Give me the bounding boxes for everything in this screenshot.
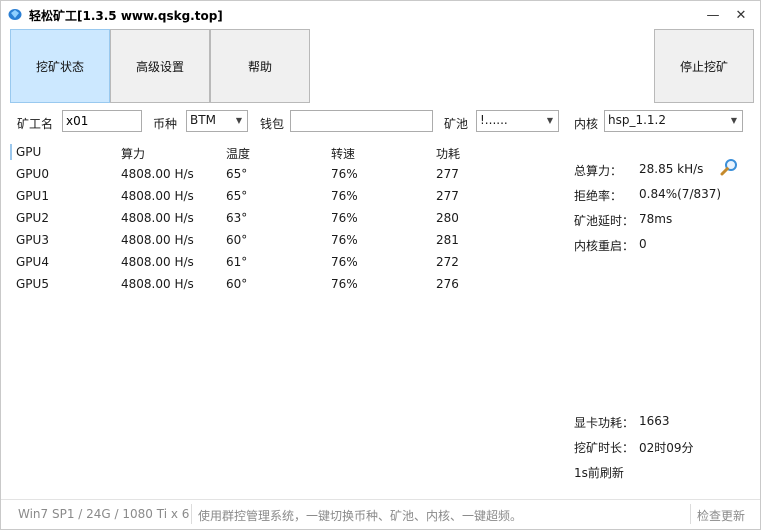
table-header-row: GPU 算力 温度 转速 功耗: [10, 141, 470, 163]
close-button[interactable]: ✕: [726, 1, 756, 29]
table-row[interactable]: GPU3 4808.00 H/s 60° 76% 281: [10, 229, 470, 251]
pool-label: 矿池: [444, 117, 469, 131]
gpu-fan-cell: 76%: [331, 233, 358, 247]
gpu-fan-cell: 76%: [331, 189, 358, 203]
pool-select[interactable]: !...... ▼: [476, 110, 559, 132]
search-icon[interactable]: [720, 158, 738, 176]
col-fan-header: 转速: [331, 147, 356, 161]
gpu-id-cell: GPU3: [16, 233, 49, 247]
gpu-hashrate-cell: 4808.00 H/s: [121, 277, 194, 291]
table-row[interactable]: GPU5 4808.00 H/s 60° 76% 276: [10, 273, 470, 295]
gpu-temp-cell: 61°: [226, 255, 248, 269]
stop-mining-button[interactable]: 停止挖矿: [654, 29, 754, 103]
system-info: Win7 SP1 / 24G / 1080 Ti x 6: [18, 507, 190, 521]
total-hashrate-label: 总算力：: [574, 164, 623, 178]
check-update-link[interactable]: 检查更新: [697, 507, 745, 524]
mining-time-value: 02时09分: [639, 441, 694, 455]
worker-name-input[interactable]: [62, 110, 142, 132]
gpu-hashrate-cell: 4808.00 H/s: [121, 255, 194, 269]
advanced-settings-button[interactable]: 高级设置: [110, 29, 210, 103]
reject-rate-value: 0.84%(7/837): [639, 187, 722, 201]
gpu-hashrate-cell: 4808.00 H/s: [121, 211, 194, 225]
gpu-temp-cell: 63°: [226, 211, 248, 225]
gpu-power-cell: 281: [436, 233, 459, 247]
table-row[interactable]: GPU0 4808.00 H/s 65° 76% 277: [10, 163, 470, 185]
coin-select[interactable]: BTM ▼: [186, 110, 248, 132]
reject-rate-label: 拒绝率：: [574, 189, 623, 203]
coin-label: 币种: [153, 117, 178, 131]
kernel-restart-label: 内核重启：: [574, 239, 635, 253]
kernel-label: 内核: [574, 117, 599, 131]
worker-name-label: 矿工名: [17, 117, 54, 131]
gpu-fan-cell: 76%: [331, 277, 358, 291]
gpu-temp-cell: 60°: [226, 277, 248, 291]
gpu-id-cell: GPU5: [16, 277, 49, 291]
gpu-power-cell: 272: [436, 255, 459, 269]
title-bar: 轻松矿工[1.3.5 www.qskg.top] — ✕: [1, 1, 760, 29]
gpu-fan-cell: 76%: [331, 255, 358, 269]
wallet-label: 钱包: [260, 117, 285, 131]
coin-select-value: BTM: [190, 113, 216, 127]
gpu-power-cell: 280: [436, 211, 459, 225]
pool-latency-label: 矿池延时：: [574, 214, 635, 228]
gpu-hashrate-cell: 4808.00 H/s: [121, 233, 194, 247]
status-divider: [191, 504, 192, 524]
help-button[interactable]: 帮助: [210, 29, 310, 103]
gpu-power-label: 显卡功耗：: [574, 416, 635, 430]
refresh-status: 1s前刷新: [574, 466, 624, 480]
chevron-down-icon: ▼: [546, 116, 553, 125]
total-hashrate-value: 28.85 kH/s: [639, 162, 704, 176]
gpu-fan-cell: 76%: [331, 211, 358, 225]
gpu-hashrate-cell: 4808.00 H/s: [121, 189, 194, 203]
gpu-id-cell: GPU1: [16, 189, 49, 203]
status-divider: [690, 504, 691, 524]
promo-link[interactable]: 使用群控管理系统，一键切换币种、矿池、内核、一键超频。: [198, 507, 522, 524]
gpu-power-cell: 277: [436, 167, 459, 181]
gpu-hashrate-cell: 4808.00 H/s: [121, 167, 194, 181]
gpu-id-cell: GPU0: [16, 167, 49, 181]
chevron-down-icon: ▼: [730, 116, 737, 125]
table-row[interactable]: GPU2 4808.00 H/s 63° 76% 280: [10, 207, 470, 229]
col-hashrate-header: 算力: [121, 147, 146, 161]
kernel-restart-value: 0: [639, 237, 647, 251]
window-title: 轻松矿工[1.3.5 www.qskg.top]: [29, 9, 223, 23]
gpu-temp-cell: 65°: [226, 167, 248, 181]
gpu-temp-cell: 60°: [226, 233, 248, 247]
minimize-button[interactable]: —: [698, 1, 728, 29]
gpu-id-cell: GPU2: [16, 211, 49, 225]
gpu-id-cell: GPU4: [16, 255, 49, 269]
chevron-down-icon: ▼: [235, 116, 242, 125]
mining-time-label: 挖矿时长：: [574, 441, 635, 455]
gpu-power-cell: 276: [436, 277, 459, 291]
gpu-power-cell: 277: [436, 189, 459, 203]
col-power-header: 功耗: [436, 147, 461, 161]
main-window: 轻松矿工[1.3.5 www.qskg.top] — ✕ 挖矿状态 高级设置 帮…: [0, 0, 761, 530]
pool-select-value: !......: [480, 113, 508, 127]
kernel-select[interactable]: hsp_1.1.2 ▼: [604, 110, 743, 132]
table-row[interactable]: GPU1 4808.00 H/s 65° 76% 277: [10, 185, 470, 207]
col-temp-header: 温度: [226, 147, 251, 161]
mining-status-button[interactable]: 挖矿状态: [10, 29, 110, 103]
app-logo-icon: [8, 9, 22, 20]
col-gpu-header: GPU: [16, 145, 42, 159]
gpu-power-value: 1663: [639, 414, 670, 428]
kernel-select-value: hsp_1.1.2: [608, 113, 667, 127]
pool-latency-value: 78ms: [639, 212, 673, 226]
wallet-input[interactable]: [290, 110, 433, 132]
status-bar: Win7 SP1 / 24G / 1080 Ti x 6 使用群控管理系统，一键…: [1, 499, 760, 529]
table-row[interactable]: GPU4 4808.00 H/s 61° 76% 272: [10, 251, 470, 273]
gpu-fan-cell: 76%: [331, 167, 358, 181]
gpu-temp-cell: 65°: [226, 189, 248, 203]
